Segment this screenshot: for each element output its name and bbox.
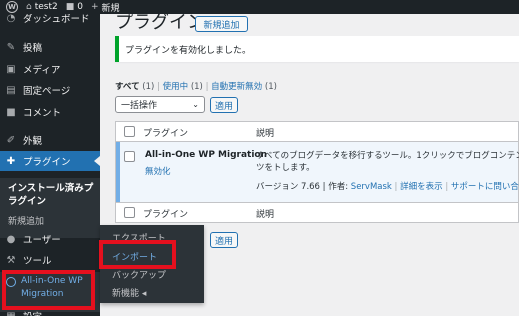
aiowp-flyout-menu: エクスポート インポート バックアップ 新機能 ◂ — [100, 225, 204, 303]
wordpress-logo-icon[interactable]: W — [6, 1, 18, 13]
sidebar-item-media[interactable]: ▣ メディア — [0, 59, 100, 79]
comment-icon: ■ — [6, 106, 16, 118]
sidebar-item-tools[interactable]: ⚒ ツール — [0, 250, 100, 270]
sidebar-item-plugins[interactable]: ✚ プラグイン — [0, 151, 100, 171]
flyout-import[interactable]: インポート — [112, 250, 157, 263]
flyout-export[interactable]: エクスポート — [112, 231, 166, 244]
comments-count: 0 — [77, 2, 83, 12]
plugin-status-filters: すべて (1) | 使用中 (1) | 自動更新無効 (1) — [115, 82, 277, 92]
new-content-link[interactable]: + 新規 — [91, 0, 120, 14]
select-all-checkbox-bottom[interactable] — [124, 207, 135, 218]
plugin-description: すべてのブログデータを移行するツール。1クリックでブログコンテンツをトします。 — [256, 151, 519, 173]
support-link[interactable]: サポートに問い合わせる — [451, 182, 519, 192]
sidebar-item-posts[interactable]: ✎ 投稿 — [0, 37, 100, 57]
migration-icon — [6, 277, 16, 287]
sidebar-item-pages[interactable]: ▤ 固定ページ — [0, 80, 100, 100]
home-icon: ⌂ — [26, 2, 32, 12]
comment-bubble-icon: ■ — [65, 2, 75, 12]
plugins-table: プラグイン 説明 All-in-One WP Migration 無効化 すべて… — [115, 121, 519, 223]
filter-auto-updates-disabled[interactable]: 自動更新無効 — [211, 82, 262, 92]
author-link[interactable]: ServMask — [351, 182, 392, 192]
column-plugin-footer: プラグイン — [143, 210, 189, 220]
apply-button-bottom[interactable]: 適用 — [210, 232, 238, 248]
table-row: All-in-One WP Migration 無効化 すべてのブログデータを移… — [116, 142, 519, 202]
page-icon: ▤ — [6, 84, 16, 96]
bulk-action-select[interactable]: 一括操作 ⌄ — [115, 96, 205, 113]
table-footer: プラグイン 説明 — [116, 202, 518, 222]
submenu-installed-plugins[interactable]: インストール済みプラグイン — [8, 182, 98, 208]
select-all-checkbox[interactable] — [124, 126, 135, 137]
row-checkbox[interactable] — [124, 151, 135, 162]
flyout-backup[interactable]: バックアップ — [112, 268, 166, 281]
deactivate-link[interactable]: 無効化 — [145, 165, 171, 177]
settings-icon: ▦ — [6, 310, 16, 316]
site-name: test2 — [34, 2, 58, 12]
success-notice: プラグインを有効化しました。 — [115, 36, 519, 62]
sidebar-item-appearance[interactable]: ✐ 外観 — [0, 130, 100, 150]
submenu-add-new[interactable]: 新規追加 — [8, 214, 44, 227]
dashboard-icon: ◔ — [6, 12, 16, 24]
admin-sidebar: ◔ ダッシュボード ✎ 投稿 ▣ メディア ▤ 固定ページ ■ コメント ✐ 外… — [0, 12, 100, 316]
pin-icon: ✎ — [6, 41, 16, 53]
plugin-meta: バージョン 7.66 | 作者: ServMask | 詳細を表示 | サポート… — [256, 180, 519, 192]
column-description: 説明 — [256, 129, 275, 139]
aiowp-label: All-in-One WP Migration — [21, 276, 83, 299]
filter-all[interactable]: すべて — [115, 82, 140, 92]
sidebar-item-settings[interactable]: ▦ 設定 — [0, 306, 100, 316]
column-plugin: プラグイン — [143, 129, 189, 139]
sidebar-item-users[interactable]: ● ユーザー — [0, 229, 100, 249]
flyout-whats-new[interactable]: 新機能 ◂ — [112, 286, 146, 299]
chevron-down-icon: ⌄ — [192, 100, 199, 109]
apply-button-top[interactable]: 適用 — [210, 97, 238, 113]
table-header: プラグイン 説明 — [116, 122, 518, 142]
column-description-footer: 説明 — [256, 210, 275, 220]
megaphone-icon: ◂ — [141, 289, 147, 299]
user-icon: ● — [6, 233, 16, 245]
filter-active[interactable]: 使用中 — [163, 82, 189, 92]
plus-icon: + — [90, 2, 99, 12]
wrench-icon: ⚒ — [6, 254, 16, 266]
view-details-link[interactable]: 詳細を表示 — [400, 182, 443, 192]
new-label: 新規 — [101, 3, 120, 14]
plugin-name: All-in-One WP Migration — [145, 150, 268, 160]
site-name-link[interactable]: ⌂ test2 — [26, 0, 58, 14]
sidebar-item-comments[interactable]: ■ コメント — [0, 102, 100, 122]
media-icon: ▣ — [6, 63, 16, 75]
brush-icon: ✐ — [6, 134, 16, 146]
comments-link[interactable]: ■ 0 — [66, 0, 83, 14]
plugin-icon: ✚ — [6, 155, 16, 167]
admin-bar: W ⌂ test2 ■ 0 + 新規 — [0, 0, 519, 14]
add-new-plugin-button[interactable]: 新規追加 — [195, 16, 248, 32]
